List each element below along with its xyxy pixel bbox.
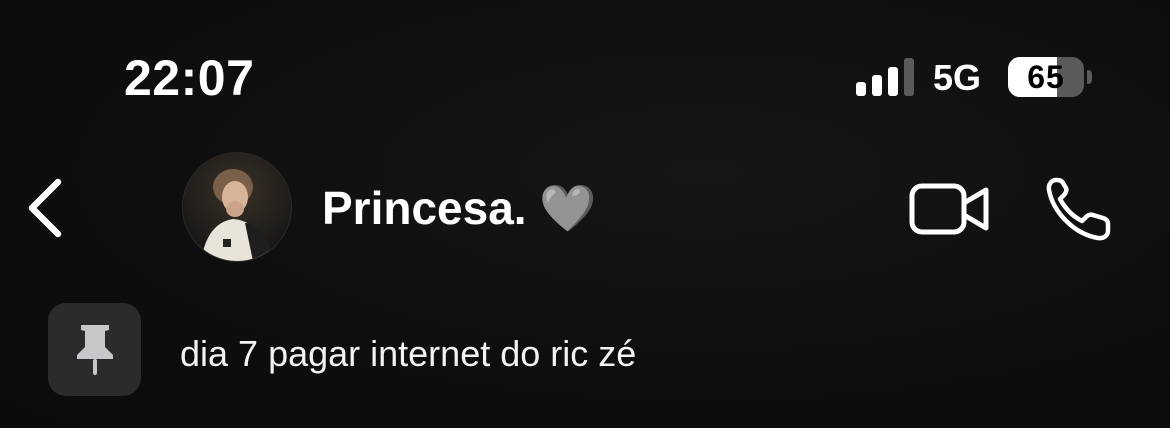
pinned-message[interactable]: dia 7 pagar internet do ric zé (0, 290, 1170, 400)
battery-icon: 65 (1008, 57, 1092, 99)
pinned-message-text: dia 7 pagar internet do ric zé (180, 333, 637, 374)
video-camera-icon (909, 183, 989, 235)
phone-icon (1046, 177, 1111, 241)
back-button[interactable] (18, 172, 78, 242)
chat-header: Princesa. 🩶 (0, 140, 1170, 275)
contact-name[interactable]: Princesa. 🩶 (322, 180, 597, 236)
pin-icon (77, 325, 113, 375)
pin-badge (48, 303, 141, 396)
status-bar: 22:07 5G 65 (0, 0, 1170, 150)
avatar-image (183, 153, 291, 261)
chat-screen: 22:07 5G 65 Princesa. 🩶 dia 7 pagar inte… (0, 0, 1170, 428)
network-type: 5G (933, 57, 982, 98)
signal-strength-icon (856, 58, 914, 96)
voice-call-button[interactable] (1042, 174, 1118, 246)
battery-percent: 65 (1027, 59, 1065, 95)
video-call-button[interactable] (906, 180, 994, 240)
chevron-left-icon (28, 178, 62, 238)
status-time: 22:07 (124, 50, 255, 106)
contact-avatar[interactable] (182, 152, 292, 262)
